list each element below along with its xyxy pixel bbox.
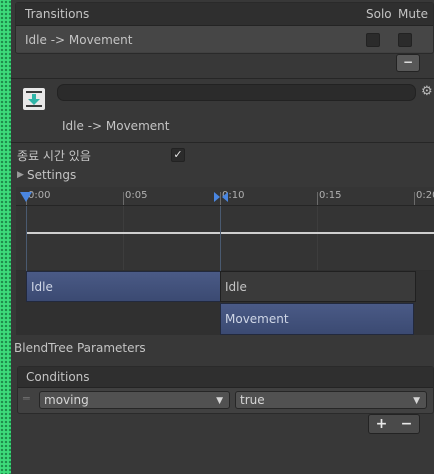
conditions-list: Conditions ═ moving ▼ true ▼ — [17, 366, 434, 414]
transition-row[interactable]: Idle -> Movement — [16, 26, 433, 52]
destination-clip[interactable]: Movement — [220, 303, 414, 335]
dropdown-arrow-icon: ▼ — [216, 396, 223, 406]
drag-handle-icon[interactable]: ═ — [23, 392, 30, 405]
transition-start-marker-icon[interactable] — [20, 192, 32, 202]
has-exit-time-label: 종료 시간 있음 — [17, 149, 91, 163]
source-clip-right[interactable]: Idle — [220, 271, 416, 302]
settings-foldout-arrow-icon[interactable]: ▶ — [17, 170, 24, 180]
destination-clip-label: Movement — [225, 312, 289, 326]
transition-subtitle: Idle -> Movement — [62, 119, 170, 133]
solo-column-label: Solo — [366, 7, 392, 21]
blend-curve-area — [16, 206, 434, 270]
conditions-title: Conditions — [26, 370, 90, 384]
remove-transition-label: − — [402, 55, 414, 69]
source-clip-right-label: Idle — [225, 280, 247, 294]
condition-parameter-value: moving — [44, 393, 89, 407]
settings-gear-icon[interactable]: ⚙ — [421, 84, 433, 99]
has-exit-time-checkbox[interactable]: ✓ — [171, 148, 185, 162]
remove-condition-button[interactable]: − — [394, 415, 419, 433]
transitions-title: Transitions — [25, 7, 90, 21]
mute-checkbox[interactable] — [398, 33, 412, 47]
solo-checkbox[interactable] — [366, 33, 380, 47]
source-clip-left[interactable]: Idle — [26, 271, 221, 302]
add-condition-button[interactable]: + — [369, 415, 394, 433]
transition-range-markers-icon[interactable] — [214, 192, 228, 202]
source-clip-left-label: Idle — [31, 280, 53, 294]
settings-foldout-label[interactable]: Settings — [27, 168, 76, 182]
divider — [11, 142, 434, 143]
condition-value: true — [240, 393, 265, 407]
remove-transition-button[interactable]: − — [396, 54, 420, 72]
transition-icon — [23, 88, 45, 110]
conditions-header: Conditions — [18, 367, 433, 388]
mute-column-label: Mute — [398, 7, 429, 21]
condition-parameter-dropdown[interactable]: moving ▼ — [39, 391, 230, 409]
transition-name-field[interactable] — [57, 84, 416, 101]
transitions-header: Transitions Solo Mute — [16, 3, 433, 26]
tick-label: 0:15 — [319, 190, 342, 201]
clip-tracks: Idle Idle Movement — [16, 271, 434, 335]
transitions-list: Transitions Solo Mute Idle -> Movement — [15, 2, 434, 54]
timeline[interactable]: 0:00 0:05 0:10 0:15 0:20 Idle — [16, 187, 434, 335]
scene-view-edge — [0, 0, 11, 474]
dropdown-arrow-icon: ▼ — [413, 396, 420, 406]
divider — [11, 78, 434, 79]
download-arrow-icon — [26, 91, 42, 107]
transition-row-label: Idle -> Movement — [25, 33, 133, 47]
timeline-ruler[interactable]: 0:00 0:05 0:10 0:15 0:20 — [16, 187, 434, 206]
blendtree-parameters-label: BlendTree Parameters — [14, 341, 146, 355]
tick-label: 0:20 — [416, 190, 434, 201]
condition-row[interactable]: ═ moving ▼ true ▼ — [18, 388, 433, 412]
weight-curve-line — [26, 232, 434, 234]
tick-label: 0:05 — [125, 190, 148, 201]
inspector-panel: Transitions Solo Mute Idle -> Movement −… — [11, 0, 434, 474]
condition-value-dropdown[interactable]: true ▼ — [235, 391, 427, 409]
condition-buttons: + − — [368, 414, 420, 434]
